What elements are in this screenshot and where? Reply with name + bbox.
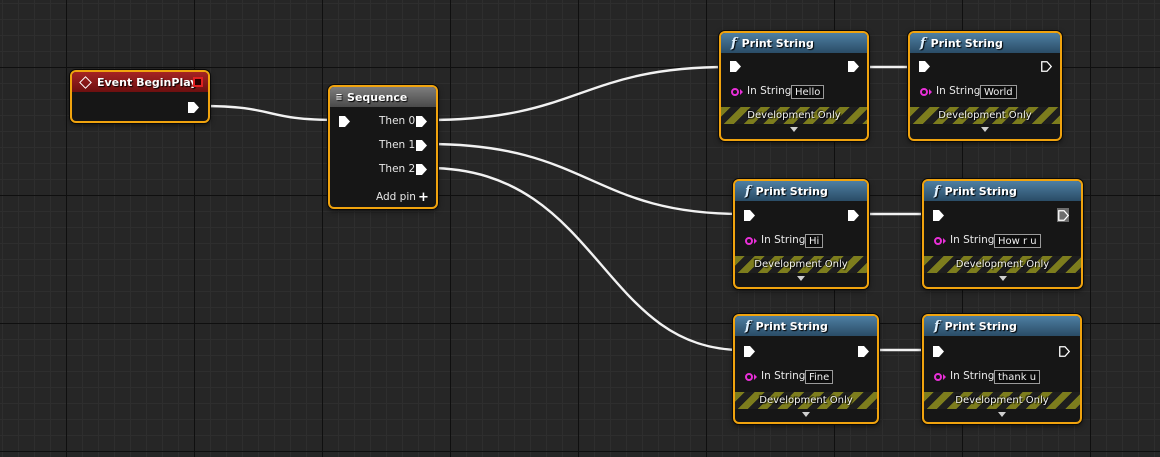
- exec-wire-begin-to-sequence[interactable]: [199, 104, 339, 122]
- in-string-field[interactable]: Hello: [791, 85, 825, 99]
- sequence-icon: ≡: [336, 91, 343, 103]
- exec-wire-then1-to-print-hi[interactable]: [427, 142, 743, 216]
- function-f-icon: f: [745, 183, 751, 199]
- in-string-label: In String: [747, 85, 792, 97]
- string-pin-icon[interactable]: [745, 237, 753, 245]
- in-string-label: In String: [950, 370, 995, 382]
- plus-icon[interactable]: +: [418, 191, 429, 204]
- function-f-icon: f: [731, 35, 737, 51]
- in-string-field[interactable]: How r u: [994, 234, 1041, 248]
- exec-in-pin[interactable]: [744, 346, 755, 357]
- print-string-node-how-r-u[interactable]: f Print String In String How r u Develop…: [922, 179, 1083, 289]
- development-only-bar: Development Only: [721, 107, 867, 124]
- in-string-label: In String: [761, 234, 806, 246]
- exec-out-pin[interactable]: [1041, 61, 1052, 72]
- node-header[interactable]: f Print String: [924, 316, 1080, 336]
- node-header[interactable]: f Print String: [910, 33, 1060, 53]
- event-beginplay-node[interactable]: Event BeginPlay: [70, 70, 210, 123]
- node-header[interactable]: ≡ Sequence: [330, 87, 436, 107]
- event-diamond-icon: [79, 75, 92, 89]
- pin-arrow: [943, 238, 946, 244]
- sequence-node[interactable]: ≡ Sequence Then 0 Then 1 Then 2 Add pin …: [328, 85, 438, 209]
- node-header[interactable]: f Print String: [721, 33, 867, 53]
- function-f-icon: f: [934, 318, 940, 334]
- exec-in-pin[interactable]: [339, 116, 350, 127]
- node-title: Print String: [741, 36, 814, 50]
- expand-arrow-icon[interactable]: [981, 127, 989, 132]
- then-1-pin[interactable]: [416, 140, 427, 151]
- node-header[interactable]: f Print String: [735, 181, 867, 201]
- expand-arrow-icon[interactable]: [797, 276, 805, 281]
- exec-in-pin[interactable]: [919, 61, 930, 72]
- blueprint-graph[interactable]: Event BeginPlay ≡ Sequence Then 0 Then 1…: [0, 0, 1160, 457]
- node-title: Print String: [944, 319, 1017, 333]
- expand-arrow-icon[interactable]: [802, 412, 810, 417]
- exec-wire-then2-to-print-fine[interactable]: [427, 166, 743, 352]
- node-title: Print String: [930, 36, 1003, 50]
- in-string-field[interactable]: World: [980, 85, 1017, 99]
- print-string-node-fine[interactable]: f Print String In String Fine Developmen…: [733, 314, 879, 424]
- exec-out-pin[interactable]: [1058, 210, 1069, 221]
- development-only-bar: Development Only: [735, 392, 877, 409]
- development-only-bar: Development Only: [735, 256, 867, 273]
- delegate-square-icon[interactable]: [193, 77, 203, 87]
- pin-arrow: [929, 89, 932, 95]
- exec-in-pin[interactable]: [933, 210, 944, 221]
- expand-arrow-icon[interactable]: [998, 412, 1006, 417]
- function-f-icon: f: [934, 183, 940, 199]
- function-f-icon: f: [745, 318, 751, 334]
- in-string-field[interactable]: Fine: [805, 370, 834, 384]
- node-title: Print String: [755, 319, 828, 333]
- then-2-label: Then 2: [379, 163, 416, 175]
- then-0-pin[interactable]: [416, 116, 427, 127]
- node-header[interactable]: f Print String: [735, 316, 877, 336]
- then-1-label: Then 1: [379, 139, 416, 151]
- node-header[interactable]: f Print String: [924, 181, 1081, 201]
- expand-arrow-icon[interactable]: [790, 127, 798, 132]
- print-string-node-thank-u[interactable]: f Print String In String thank u Develop…: [922, 314, 1082, 424]
- exec-wire-then0-to-print-hello[interactable]: [427, 65, 729, 122]
- exec-in-pin[interactable]: [933, 346, 944, 357]
- pin-arrow: [754, 374, 757, 380]
- string-pin-icon[interactable]: [934, 237, 942, 245]
- then-0-label: Then 0: [379, 115, 416, 127]
- node-title: Print String: [944, 184, 1017, 198]
- node-header[interactable]: Event BeginPlay: [72, 72, 208, 92]
- development-only-bar: Development Only: [924, 256, 1081, 273]
- in-string-label: In String: [950, 234, 995, 246]
- exec-out-pin[interactable]: [848, 61, 859, 72]
- string-pin-icon[interactable]: [745, 373, 753, 381]
- string-pin-icon[interactable]: [920, 88, 928, 96]
- pin-arrow: [943, 374, 946, 380]
- in-string-field[interactable]: thank u: [994, 370, 1041, 384]
- exec-in-pin[interactable]: [744, 210, 755, 221]
- node-title: Event BeginPlay: [97, 75, 198, 89]
- in-string-label: In String: [936, 85, 981, 97]
- exec-out-pin[interactable]: [1059, 346, 1070, 357]
- development-only-bar: Development Only: [910, 107, 1060, 124]
- print-string-node-world[interactable]: f Print String In String World Developme…: [908, 31, 1062, 141]
- function-f-icon: f: [920, 35, 926, 51]
- pin-arrow: [754, 238, 757, 244]
- expand-arrow-icon[interactable]: [999, 276, 1007, 281]
- node-title: Print String: [755, 184, 828, 198]
- in-string-label: In String: [761, 370, 806, 382]
- then-2-pin[interactable]: [416, 164, 427, 175]
- print-string-node-hello[interactable]: f Print String In String Hello Developme…: [719, 31, 869, 141]
- in-string-field[interactable]: Hi: [805, 234, 824, 248]
- development-only-bar: Development Only: [924, 392, 1080, 409]
- exec-out-pin[interactable]: [848, 210, 859, 221]
- string-pin-icon[interactable]: [731, 88, 739, 96]
- exec-in-pin[interactable]: [730, 61, 741, 72]
- print-string-node-hi[interactable]: f Print String In String Hi Development …: [733, 179, 869, 289]
- pin-arrow: [740, 89, 743, 95]
- add-pin-button[interactable]: Add pin: [376, 191, 416, 203]
- exec-out-pin[interactable]: [188, 102, 199, 113]
- exec-out-pin[interactable]: [858, 346, 869, 357]
- string-pin-icon[interactable]: [934, 373, 942, 381]
- node-title: Sequence: [347, 90, 408, 104]
